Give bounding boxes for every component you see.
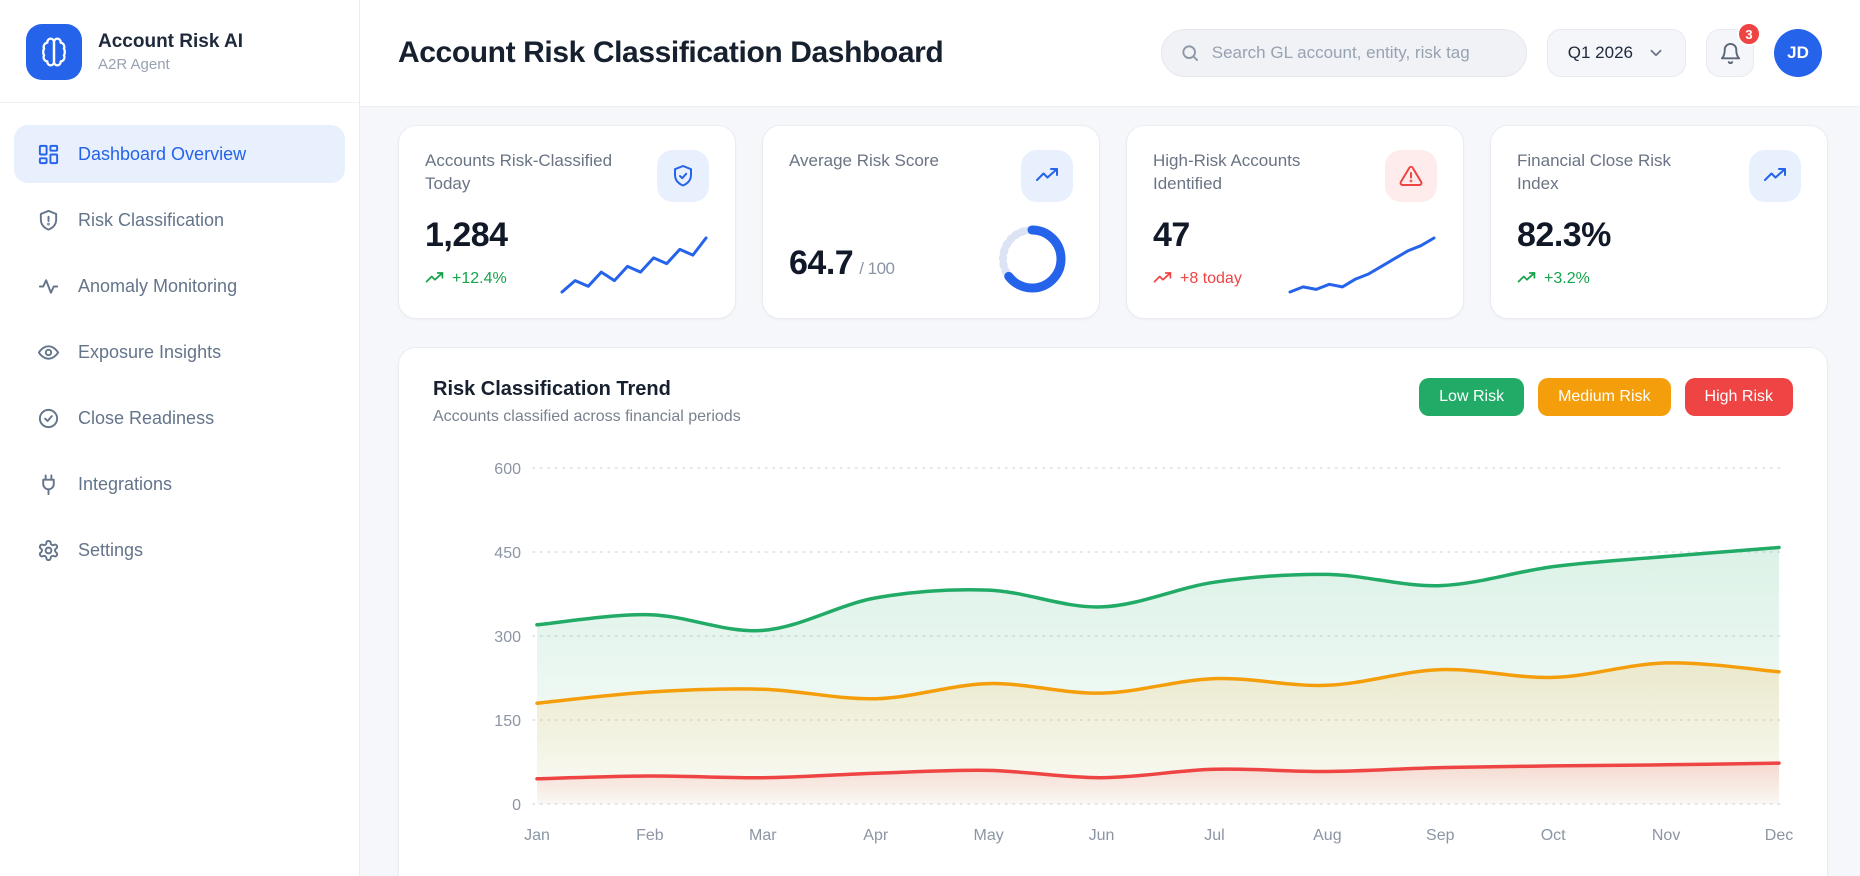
kpi-card-high-risk-accounts: High-Risk Accounts Identified 47 +8 toda… xyxy=(1126,125,1464,319)
svg-text:Apr: Apr xyxy=(863,827,889,844)
trending-up-icon xyxy=(1749,150,1801,202)
sidebar-item-dashboard-overview[interactable]: Dashboard Overview xyxy=(14,125,345,183)
trending-up-icon xyxy=(1021,150,1073,202)
search-icon xyxy=(1180,43,1200,63)
content-area: Account Risk Classification Dashboard Q1… xyxy=(360,0,1860,876)
trending-up-icon xyxy=(1517,269,1536,288)
sidebar-item-label: Exposure Insights xyxy=(78,341,222,362)
chart-legend: Low Risk Medium Risk High Risk xyxy=(1419,378,1793,416)
chart-area: 0 150 300 450 600 Jan Feb Mar Apr May Jun Jul Aug Sep… xyxy=(433,448,1793,857)
sidebar-item-label: Integrations xyxy=(78,473,173,494)
search-input[interactable] xyxy=(1211,43,1508,63)
sidebar-item-label: Risk Classification xyxy=(78,209,225,230)
alert-triangle-icon xyxy=(1385,150,1437,202)
brand-subtitle: A2R Agent xyxy=(98,56,170,73)
kpi-label: Average Risk Score xyxy=(789,151,939,170)
kpi-card-average-risk-score: Average Risk Score 64.7/ 100 xyxy=(762,125,1100,319)
sidebar-item-integrations[interactable]: Integrations xyxy=(14,455,345,513)
shield-check-icon xyxy=(657,150,709,202)
brand-name: Account Risk AI xyxy=(98,31,243,52)
brain-icon xyxy=(26,24,82,80)
kpi-card-accounts-classified: Accounts Risk-Classified Today 1,284 +12… xyxy=(398,125,736,319)
search-box xyxy=(1160,29,1527,77)
svg-text:Jul: Jul xyxy=(1204,827,1224,844)
dashboard-grid-icon xyxy=(36,142,60,166)
legend-medium-risk[interactable]: Medium Risk xyxy=(1538,378,1671,416)
sidebar-nav: Dashboard Overview Risk Classification A… xyxy=(0,103,359,601)
kpi-delta: +3.2% xyxy=(1517,269,1801,288)
svg-text:Dec: Dec xyxy=(1765,827,1793,844)
risk-trend-chart: 0 150 300 450 600 Jan Feb Mar Apr May Jun Jul Aug Sep… xyxy=(494,461,1793,844)
sidebar-item-close-readiness[interactable]: Close Readiness xyxy=(14,389,345,447)
main: Accounts Risk-Classified Today 1,284 +12… xyxy=(360,107,1860,876)
sparkline xyxy=(1288,236,1436,294)
kpi-value-suffix: / 100 xyxy=(859,259,895,278)
page-title: Account Risk Classification Dashboard xyxy=(398,36,944,69)
period-select-value: Q1 2026 xyxy=(1567,43,1633,62)
trending-up-icon xyxy=(1153,269,1172,288)
chevron-down-icon xyxy=(1647,44,1665,62)
svg-text:Mar: Mar xyxy=(749,827,777,844)
svg-text:150: 150 xyxy=(494,713,521,730)
kpi-label: Accounts Risk-Classified Today xyxy=(425,151,613,193)
legend-low-risk[interactable]: Low Risk xyxy=(1419,378,1525,416)
brand-text: Account Risk AI A2R Agent xyxy=(98,31,243,73)
sidebar-item-label: Dashboard Overview xyxy=(78,143,247,164)
kpi-label: Financial Close Risk Index xyxy=(1517,151,1671,193)
chart-head-text: Risk Classification Trend Accounts class… xyxy=(433,378,741,426)
svg-text:600: 600 xyxy=(494,461,521,478)
kpi-card-close-risk-index: Financial Close Risk Index 82.3% +3.2% xyxy=(1490,125,1828,319)
activity-pulse-icon xyxy=(36,274,60,298)
kpi-value: 82.3% xyxy=(1517,216,1611,254)
kpi-row: Accounts Risk-Classified Today 1,284 +12… xyxy=(398,125,1828,319)
sidebar-item-exposure-insights[interactable]: Exposure Insights xyxy=(14,323,345,381)
svg-text:0: 0 xyxy=(512,797,521,814)
svg-text:Aug: Aug xyxy=(1313,827,1341,844)
sidebar-item-label: Close Readiness xyxy=(78,407,215,428)
sparkline xyxy=(560,236,708,294)
legend-high-risk[interactable]: High Risk xyxy=(1684,378,1793,416)
svg-text:Jan: Jan xyxy=(524,827,550,844)
kpi-label: High-Risk Accounts Identified xyxy=(1153,151,1301,193)
app-root: Account Risk AI A2R Agent Dashboard Over… xyxy=(0,0,1860,876)
sidebar: Account Risk AI A2R Agent Dashboard Over… xyxy=(0,0,360,876)
brand: Account Risk AI A2R Agent xyxy=(0,0,359,102)
avatar[interactable]: JD xyxy=(1774,29,1822,77)
period-select[interactable]: Q1 2026 xyxy=(1546,29,1686,77)
svg-text:300: 300 xyxy=(494,629,521,646)
notifications-button[interactable]: 3 xyxy=(1706,22,1761,77)
chart-title: Risk Classification Trend xyxy=(433,378,671,400)
sidebar-item-label: Settings xyxy=(78,539,144,560)
bell-icon xyxy=(1719,42,1742,65)
risk-score-gauge xyxy=(998,225,1066,293)
svg-text:Nov: Nov xyxy=(1652,827,1680,844)
svg-text:Feb: Feb xyxy=(636,827,664,844)
svg-text:Jun: Jun xyxy=(1089,827,1115,844)
gear-icon xyxy=(36,538,60,562)
check-circle-icon xyxy=(36,406,60,430)
chart-subtitle: Accounts classified across financial per… xyxy=(433,408,741,425)
shield-alert-icon xyxy=(36,208,60,232)
svg-text:Sep: Sep xyxy=(1426,827,1455,844)
sidebar-item-anomaly-monitoring[interactable]: Anomaly Monitoring xyxy=(14,257,345,315)
svg-text:May: May xyxy=(974,827,1004,844)
notification-badge: 3 xyxy=(1737,22,1761,46)
plug-icon xyxy=(36,472,60,496)
sidebar-item-label: Anomaly Monitoring xyxy=(78,275,238,296)
svg-text:Oct: Oct xyxy=(1541,827,1566,844)
svg-text:450: 450 xyxy=(494,545,521,562)
sidebar-item-settings[interactable]: Settings xyxy=(14,521,345,579)
risk-trend-card: Risk Classification Trend Accounts class… xyxy=(398,347,1828,876)
sidebar-item-risk-classification[interactable]: Risk Classification xyxy=(14,191,345,249)
topbar: Account Risk Classification Dashboard Q1… xyxy=(360,0,1860,107)
trending-up-icon xyxy=(425,269,444,288)
eye-icon xyxy=(36,340,60,364)
